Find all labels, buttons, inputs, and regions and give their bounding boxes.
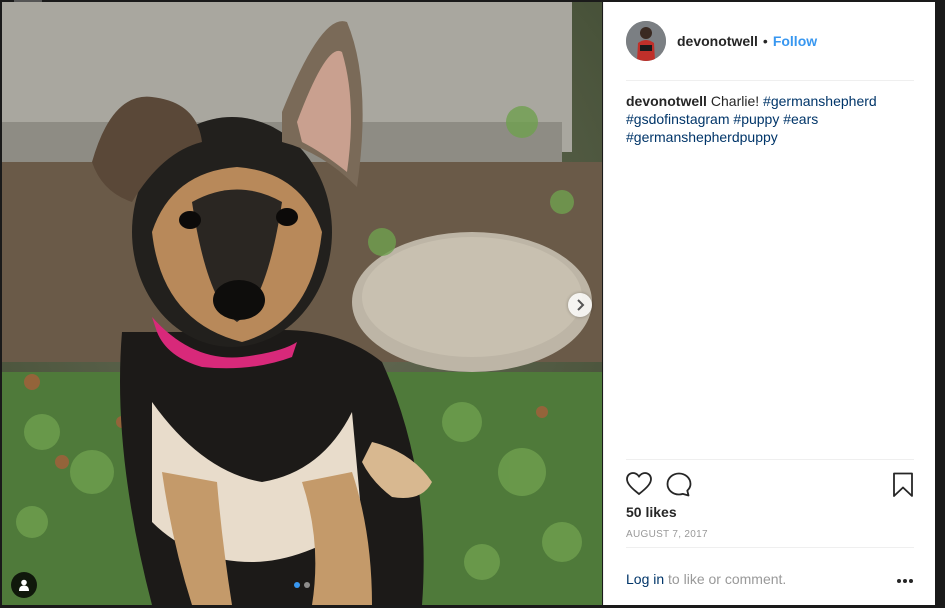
carousel-dot	[304, 582, 310, 588]
login-prompt: Log in to like or comment.	[626, 571, 786, 587]
post-header: devonotwell • Follow	[626, 2, 914, 81]
heart-icon	[626, 472, 652, 496]
comment-footer: Log in to like or comment.	[626, 547, 914, 604]
more-options-button[interactable]	[896, 571, 914, 589]
next-photo-button[interactable]	[568, 293, 592, 317]
more-options-icon	[897, 579, 913, 583]
like-button[interactable]	[626, 472, 652, 501]
puppy-photo	[2, 2, 602, 605]
username-link[interactable]: devonotwell	[677, 33, 758, 49]
bookmark-icon	[893, 472, 913, 497]
post-sidebar: devonotwell • Follow devonotwell Charlie!…	[603, 2, 936, 605]
hashtag[interactable]: #germanshepherd	[763, 93, 877, 109]
login-prompt-text: to like or comment.	[664, 571, 787, 587]
chevron-right-icon	[577, 299, 585, 311]
post-date: AUGUST 7, 2017	[626, 529, 708, 540]
carousel-indicator	[294, 582, 310, 588]
post-caption: devonotwell Charlie! #germanshepherd #gsd…	[626, 92, 914, 146]
likes-count[interactable]: 50 likes	[626, 504, 677, 520]
login-link[interactable]: Log in	[626, 571, 664, 587]
save-button[interactable]	[892, 472, 914, 503]
window-edge	[935, 0, 945, 608]
action-bar	[626, 459, 914, 506]
hashtag[interactable]: #germanshepherdpuppy	[626, 129, 778, 145]
hashtag[interactable]: #gsdofinstagram	[626, 111, 730, 127]
comment-button[interactable]	[666, 472, 692, 502]
follow-button[interactable]: Follow	[773, 33, 817, 49]
comment-icon	[666, 472, 692, 497]
avatar[interactable]	[626, 21, 666, 61]
hashtag[interactable]: #ears	[783, 111, 818, 127]
carousel-dot-active	[294, 582, 300, 588]
caption-username[interactable]: devonotwell	[626, 93, 707, 109]
post-photo[interactable]	[2, 2, 602, 605]
avatar-image	[626, 21, 666, 61]
tagged-users-button[interactable]	[11, 572, 37, 598]
person-icon	[19, 579, 29, 591]
caption-text: Charlie!	[710, 93, 760, 109]
hashtag[interactable]: #puppy	[733, 111, 779, 127]
separator-dot: •	[762, 33, 768, 49]
